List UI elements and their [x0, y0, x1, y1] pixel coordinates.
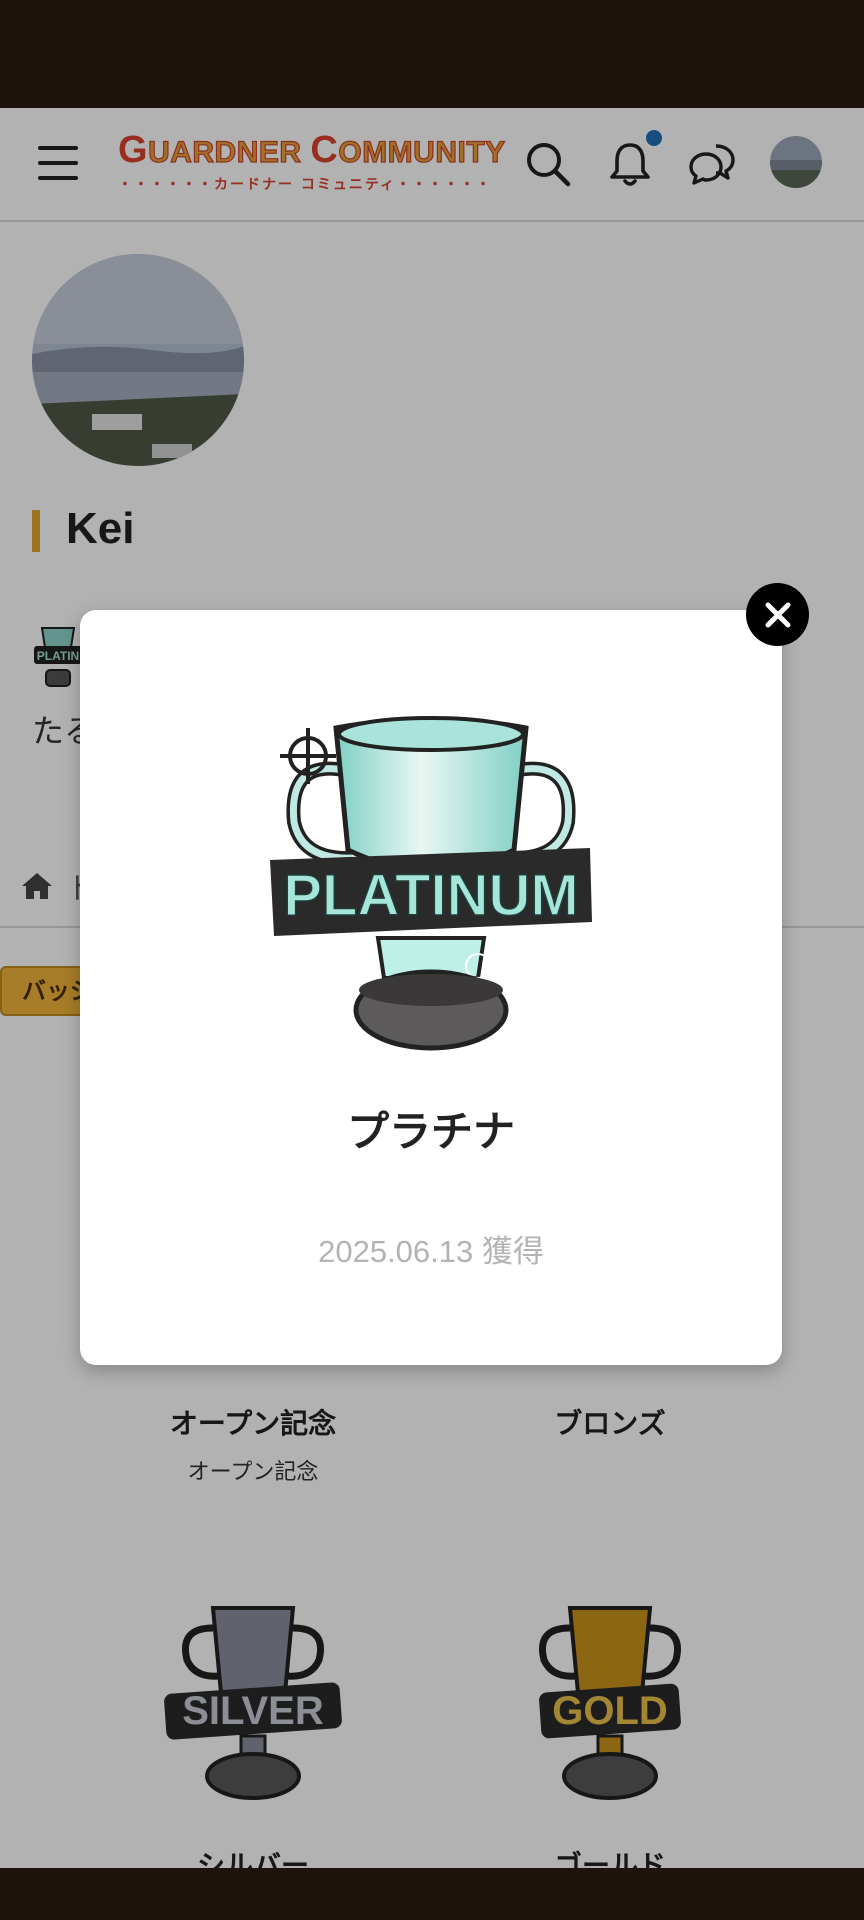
navigation-bar: [0, 1868, 864, 1920]
svg-text:PLATINUM: PLATINUM: [283, 863, 578, 928]
close-button[interactable]: [746, 583, 809, 646]
close-icon: [765, 602, 790, 627]
badge-name: プラチナ: [346, 1107, 515, 1156]
status-bar: [0, 0, 864, 108]
platinum-trophy-image: PLATINUM: [270, 716, 592, 1051]
badge-detail-modal: PLATINUM プラチナ 2025.06.13 獲得: [80, 610, 782, 1365]
badge-acquired-date: 2025.06.13 獲得: [318, 1234, 544, 1269]
